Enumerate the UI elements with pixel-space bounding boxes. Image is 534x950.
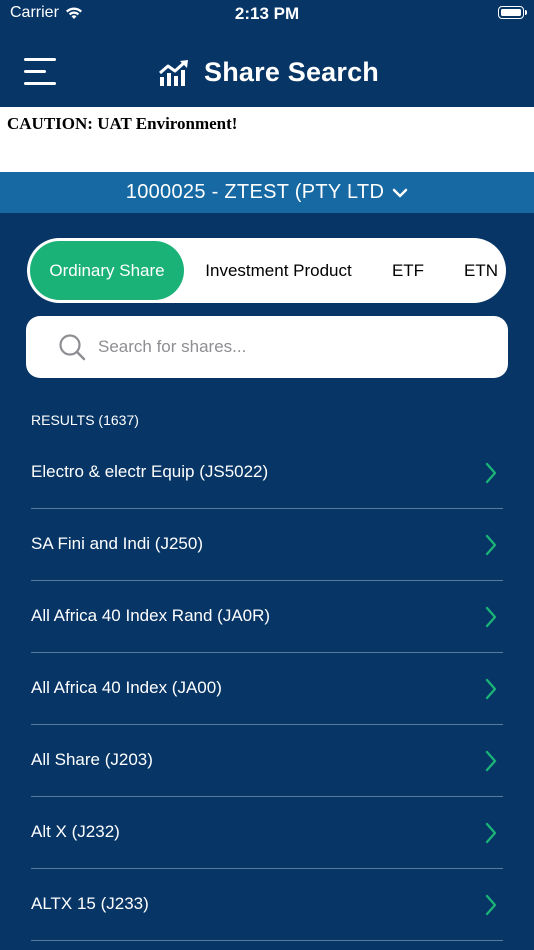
chevron-right-icon (485, 894, 497, 916)
list-item[interactable]: All Africa 40 Index Rand (JA0R) (31, 581, 503, 653)
nav-title-group: Share Search (158, 57, 379, 88)
list-item[interactable]: Electro & electr Equip (JS5022) (31, 437, 503, 509)
list-item[interactable]: All Share (J203) (31, 725, 503, 797)
tab-ordinary-share[interactable]: Ordinary Share (30, 241, 184, 300)
account-selector[interactable]: 1000025 - ZTEST (PTY LTD (0, 172, 534, 213)
page-title: Share Search (204, 57, 379, 87)
tab-etn[interactable]: ETN (452, 238, 506, 303)
search-box (26, 316, 508, 378)
chevron-right-icon (485, 534, 497, 556)
tab-etf[interactable]: ETF (379, 238, 437, 303)
chevron-right-icon (485, 822, 497, 844)
list-item-label: Alt X (J232) (31, 822, 120, 841)
navigation-bar: Share Search (0, 30, 534, 107)
share-type-tabs: Ordinary Share Investment Product ETF ET… (27, 238, 506, 303)
tab-investment-product[interactable]: Investment Product (191, 238, 366, 303)
list-item[interactable]: All Africa 40 Index (JA00) (31, 653, 503, 725)
trending-chart-icon (159, 59, 188, 86)
caution-banner: CAUTION: UAT Environment! (0, 107, 534, 172)
list-item-label: All Africa 40 Index (JA00) (31, 678, 222, 697)
list-item-label: ALTX 15 (J233) (31, 894, 149, 913)
menu-button[interactable] (24, 58, 58, 90)
search-input[interactable] (98, 332, 488, 362)
results-list: Electro & electr Equip (JS5022) SA Fini … (0, 437, 534, 941)
chevron-right-icon (485, 606, 497, 628)
chevron-down-icon (392, 188, 408, 197)
clock: 2:13 PM (234, 4, 300, 23)
hamburger-menu-icon (24, 58, 56, 61)
search-icon (59, 334, 86, 361)
caution-text: CAUTION: UAT Environment! (7, 114, 238, 133)
results-count: RESULTS (1637) (31, 412, 139, 428)
chevron-right-icon (485, 678, 497, 700)
list-item[interactable]: SA Fini and Indi (J250) (31, 509, 503, 581)
list-item-label: Electro & electr Equip (JS5022) (31, 462, 269, 481)
chevron-right-icon (485, 750, 497, 772)
account-label: 1000025 - ZTEST (PTY LTD (125, 181, 385, 203)
battery-icon (498, 6, 527, 19)
list-item-label: All Share (J203) (31, 750, 153, 769)
chevron-right-icon (485, 462, 497, 484)
list-item-label: SA Fini and Indi (J250) (31, 534, 203, 553)
list-item-label: All Africa 40 Index Rand (JA0R) (31, 606, 271, 625)
status-bar: Carrier 2:13 PM (0, 0, 534, 30)
list-item[interactable]: Alt X (J232) (31, 797, 503, 869)
list-item[interactable]: ALTX 15 (J233) (31, 869, 503, 941)
